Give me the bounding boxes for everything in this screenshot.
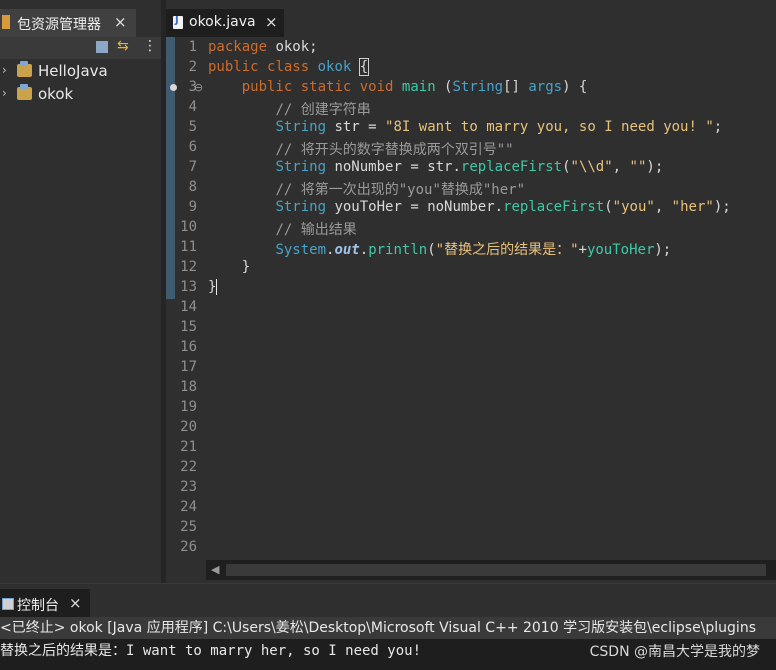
- expand-arrow-icon[interactable]: ›: [2, 63, 7, 77]
- close-icon[interactable]: ×: [114, 13, 127, 31]
- java-project-icon: [17, 61, 32, 77]
- line-number: 13: [180, 279, 197, 295]
- line-number: 20: [180, 419, 197, 435]
- explorer-tab-bar: 包资源管理器 ×: [0, 0, 161, 38]
- code-editor[interactable]: 1 2 3 4 5 6 7 8 9 10 11 12 13 14 15 16 17 18 19 20 21 22 23 24 2…: [166, 37, 776, 560]
- tree-item-okok[interactable]: › okok: [0, 83, 161, 105]
- tree-item-hellojava[interactable]: › HelloJava: [0, 60, 161, 82]
- line-number: 15: [180, 319, 197, 335]
- java-file-icon: [173, 15, 183, 29]
- code-line-5: String str = "8I want to marry you, so I…: [275, 119, 723, 135]
- text-cursor: [216, 279, 218, 295]
- line-number: 23: [180, 479, 197, 495]
- line-number: 19: [180, 399, 197, 415]
- line-number: 1: [188, 39, 197, 55]
- line-number: 5: [188, 119, 197, 135]
- code-line-6: // 将开头的数字替换成两个双引号"": [275, 142, 514, 158]
- line-number: 21: [180, 439, 197, 455]
- line-number: 2: [188, 59, 197, 75]
- fold-toggle-icon[interactable]: ⊖: [194, 81, 203, 94]
- code-line-8: // 将第一次出现的"you"替换成"her": [275, 182, 526, 198]
- code-line-1: package okok;: [208, 39, 318, 55]
- line-number: 24: [180, 499, 197, 515]
- package-explorer-panel: 包资源管理器 × ⇆ ⋮ › HelloJava › okok: [0, 0, 161, 583]
- console-status: <已终止> okok [Java 应用程序] C:\Users\姜松\Deskt…: [0, 617, 776, 639]
- scroll-left-icon[interactable]: ◀: [211, 563, 219, 576]
- line-number: 7: [188, 159, 197, 175]
- code-line-9: String youToHer = noNumber.replaceFirst(…: [275, 199, 731, 215]
- line-number: 8: [188, 179, 197, 195]
- close-icon[interactable]: ×: [265, 13, 278, 31]
- line-number: 10: [180, 219, 197, 235]
- tab-label: 控制台: [17, 598, 59, 614]
- expand-arrow-icon[interactable]: ›: [2, 86, 7, 100]
- editor-tab-bar: okok.java ×: [166, 0, 776, 37]
- tab-okok-java[interactable]: okok.java ×: [166, 9, 284, 37]
- line-number: 11: [180, 239, 197, 255]
- line-number: 6: [188, 139, 197, 155]
- code-line-2: public class okok {: [208, 58, 370, 76]
- line-number: 26: [180, 539, 197, 555]
- line-number: 22: [180, 459, 197, 475]
- java-project-icon: [17, 84, 32, 100]
- tab-console[interactable]: 控制台 ×: [0, 589, 90, 618]
- scrollbar-thumb[interactable]: [226, 564, 766, 576]
- watermark: CSDN @南昌大学是我的梦: [589, 644, 760, 660]
- editor-panel: okok.java × 1234567891011121314151617181…: [166, 0, 776, 583]
- horizontal-scrollbar[interactable]: ◀: [206, 560, 776, 580]
- console-icon: [2, 598, 14, 610]
- collapse-all-icon[interactable]: [96, 41, 108, 53]
- code-line-4: // 创建字符串: [275, 102, 371, 118]
- project-label: HelloJava: [38, 62, 108, 80]
- line-number: 17: [180, 359, 197, 375]
- console-panel: 控制台 × <已终止> okok [Java 应用程序] C:\Users\姜松…: [0, 583, 776, 670]
- code-line-7: String noNumber = str.replaceFirst("\\d"…: [275, 159, 664, 175]
- line-number: 12: [180, 259, 197, 275]
- line-number: 16: [180, 339, 197, 355]
- code-line-3: public static void main (String[] args) …: [241, 79, 588, 95]
- code-line-10: // 输出结果: [275, 222, 357, 238]
- change-indicator-bar: [166, 37, 175, 299]
- tab-label: okok.java: [189, 14, 256, 30]
- project-label: okok: [38, 85, 74, 103]
- code-line-13: }: [208, 279, 218, 295]
- line-number: 14: [180, 299, 197, 315]
- explorer-toolbar: ⇆ ⋮: [0, 37, 161, 59]
- close-icon[interactable]: ×: [69, 594, 82, 612]
- package-explorer-icon: [2, 15, 10, 29]
- line-number: 25: [180, 519, 197, 535]
- link-with-editor-icon[interactable]: ⇆: [117, 38, 129, 54]
- console-tab-bar: 控制台 ×: [0, 583, 776, 618]
- line-number: 4: [188, 99, 197, 115]
- code-line-11: System.out.println("替换之后的结果是："+youToHer)…: [275, 242, 672, 258]
- tab-label: 包资源管理器: [17, 17, 101, 33]
- line-number: 9: [188, 199, 197, 215]
- line-number: 18: [180, 379, 197, 395]
- code-line-12: }: [241, 259, 251, 275]
- tab-package-explorer[interactable]: 包资源管理器 ×: [0, 9, 136, 37]
- view-menu-icon[interactable]: ⋮: [143, 38, 157, 54]
